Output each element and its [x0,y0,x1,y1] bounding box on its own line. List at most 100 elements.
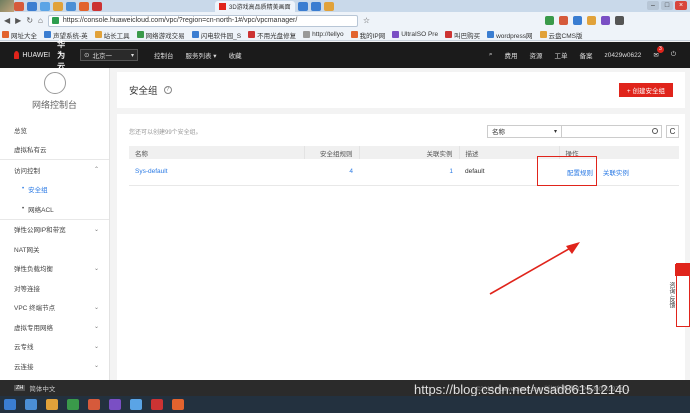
url-input[interactable]: https://console.huaweicloud.com/vpc/?reg… [47,14,358,27]
browser-tab[interactable] [53,1,63,11]
browser-tab[interactable] [310,1,321,11]
location-icon: ⊙ [84,52,90,59]
bookmark-item[interactable]: 闪电软件园_S [191,30,241,40]
refresh-button[interactable]: C [666,124,679,138]
sidebar-item-label: 弹性负载均衡 [14,266,53,274]
feedback-tab[interactable]: 咨询·反馈 [668,263,690,327]
taskbar-app-icon[interactable] [46,399,58,410]
bookmark-item[interactable]: 网络游戏交易 [136,30,185,40]
extension-icon[interactable] [601,16,611,25]
help-icon[interactable]: ? [163,86,172,94]
browser-tab[interactable] [323,1,334,11]
bookmark-item[interactable]: 站长工具 [94,30,130,40]
sidebar-item-label: 访问控制 [14,167,40,175]
browser-tab-strip: 3D游戏高品质精美画面 – □ × [0,0,690,12]
star-icon[interactable]: ☆ [363,16,370,25]
browser-tab[interactable] [14,1,24,11]
browser-tab[interactable] [40,1,50,11]
extension-icon[interactable] [587,16,597,25]
chevron-down-icon: ⌄ [93,343,99,350]
taskbar-app-icon[interactable] [151,399,163,410]
bookmark-item[interactable]: 云盘CMS版 [539,30,583,40]
taskbar-app-icon[interactable] [25,399,37,410]
taskbar-app-icon[interactable] [172,399,184,410]
power-icon[interactable]: ⏻ [671,51,676,59]
chevron-down-icon: ⌄ [93,363,99,370]
region-selector[interactable]: ⊙ 北京一 ▾ [80,49,138,61]
taskbar-app-icon[interactable] [88,399,100,410]
active-tab-title: 3D游戏高品质精美画面 [229,4,291,11]
sidebar-item-eip[interactable]: 弹性公网IP和带宽 ⌄ [0,220,109,240]
bookmark-item[interactable]: 我的IP网 [350,30,385,40]
sidebar-item-vpcep[interactable]: VPC 终端节点 ⌄ [0,298,109,318]
sidebar-item-network-acl[interactable]: 网络ACL [0,199,109,219]
sidebar-item-vpc[interactable]: 虚拟私有云 [0,140,109,160]
forward-icon[interactable]: ▶ [15,16,21,25]
menu-billing[interactable]: 费用 [505,50,518,60]
browser-tab[interactable] [27,1,37,11]
menu-console[interactable]: 控制台 [154,50,174,60]
security-group-name-link[interactable]: Sys-default [129,159,304,186]
active-browser-tab[interactable]: 3D游戏高品质精美画面 [215,0,295,12]
browser-tab[interactable] [66,1,76,11]
user-avatar[interactable] [0,0,14,12]
sidebar-item-label: 网络ACL [28,206,54,214]
sidebar-item-nat[interactable]: NAT网关 [0,239,109,259]
bookmark-icon [136,31,144,38]
sidebar-item-cloud-connect[interactable]: 云连接 ⌄ [0,356,109,376]
language-switch[interactable]: 简体中文 [29,383,55,393]
top-menu: 控制台 服务列表 ▾ 收藏 [154,50,242,60]
bookmark-item[interactable]: http://tellyo [303,31,344,38]
reload-icon[interactable]: ↻ [26,16,33,25]
bookmark-icon [445,31,453,38]
sidebar-item-access-control[interactable]: 访问控制 ⌃ [0,160,109,180]
maximize-icon[interactable]: □ [661,1,673,10]
bookmark-item[interactable]: wordpress网 [487,30,533,40]
menu-favorites[interactable]: 收藏 [229,50,242,60]
bookmark-item[interactable]: 不用光盘修复 [248,30,296,40]
home-icon[interactable]: ⌂ [38,16,43,25]
sidebar-item-direct-connect[interactable]: 云专线 ⌄ [0,337,109,357]
sidebar-item-overview[interactable]: 总览 [0,120,109,140]
menu-icon[interactable] [615,16,625,25]
associate-instance-link[interactable]: 关联实例 [603,170,629,177]
rules-count-link[interactable]: 4 [304,159,359,186]
search-input[interactable] [562,124,662,138]
instances-count-link[interactable]: 1 [359,159,459,186]
menu-filing[interactable]: 备案 [580,50,593,60]
back-icon[interactable]: ◀ [4,16,10,25]
bookmark-item[interactable]: UltraISO Pre [392,31,438,38]
bookmark-icon [44,31,51,38]
browser-tab[interactable] [297,1,308,11]
menu-resources[interactable]: 资源 [530,50,543,60]
username[interactable]: z0429w0622 [605,52,642,59]
extension-icon[interactable] [573,16,583,25]
minimize-icon[interactable]: – [647,1,659,10]
menu-tickets[interactable]: 工单 [555,50,568,60]
create-security-group-button[interactable]: + 创建安全组 [618,83,673,97]
chevron-up-icon: ⌃ [93,167,99,174]
sidebar-item-peering[interactable]: 对等连接 [0,278,109,298]
chevron-down-icon: ⌄ [93,304,99,311]
sidebar-item-elb[interactable]: 弹性负载均衡 ⌄ [0,259,109,279]
browser-tab[interactable] [92,1,102,11]
search-icon[interactable] [652,127,658,134]
menu-service-list[interactable]: 服务列表 ▾ [186,50,217,60]
bookmark-icon [94,31,102,38]
sidebar-item-label: 云专线 [14,344,34,352]
message-icon[interactable]: ✉ 3 [653,46,664,59]
taskbar-app-icon[interactable] [109,399,121,410]
close-icon[interactable]: × [675,1,687,10]
start-icon[interactable] [4,399,16,410]
huawei-logo[interactable]: HUAWEI 华为云 [0,39,70,72]
extension-icon[interactable] [545,16,555,25]
search-icon[interactable]: ⌕ [489,51,493,59]
bookmark-item[interactable]: 叫巴购买 [445,30,480,40]
filter-select[interactable]: 名称 ▾ [487,124,562,138]
extension-icon[interactable] [559,16,569,25]
sidebar-item-security-group[interactable]: 安全组 [0,180,109,200]
taskbar-app-icon[interactable] [67,399,79,410]
taskbar-app-icon[interactable] [130,399,142,410]
sidebar-item-vpn[interactable]: 虚拟专用网络 ⌄ [0,317,109,337]
browser-tab[interactable] [79,1,89,11]
